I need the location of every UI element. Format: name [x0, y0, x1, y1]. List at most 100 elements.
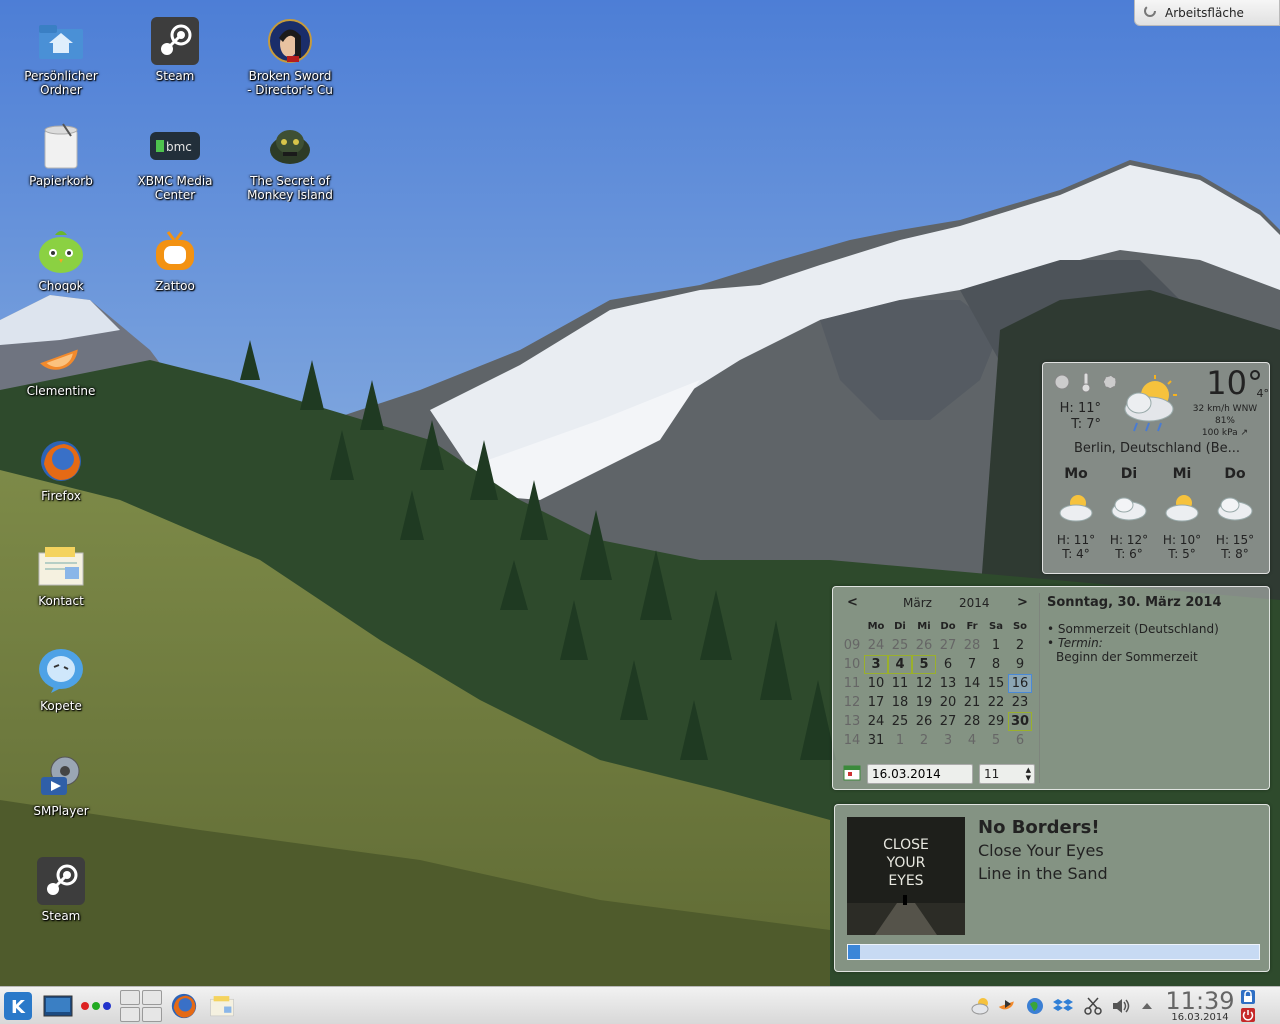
calendar-day-event[interactable]: 4: [888, 655, 912, 674]
calendar-day[interactable]: 24: [864, 712, 888, 731]
pressure: 100 kPa ↗: [1201, 428, 1249, 438]
date-input[interactable]: [867, 763, 973, 784]
desktop-icon-kontact[interactable]: Kontact: [6, 541, 116, 637]
calendar-day[interactable]: 26: [912, 712, 936, 731]
forecast-day-label: Di: [1120, 466, 1138, 482]
svg-text:K: K: [11, 997, 26, 1018]
calendar-day[interactable]: 5: [984, 731, 1008, 750]
tray-expand-arrow-icon[interactable]: [1136, 993, 1158, 1019]
desktop-icon-home-folder[interactable]: Persönlicher Ordner: [6, 16, 116, 112]
pager-desktop-4[interactable]: [142, 1007, 162, 1022]
calendar-day-event[interactable]: 5: [912, 655, 936, 674]
playback-progress-bar[interactable]: [847, 944, 1260, 960]
desktop-icon: [43, 995, 73, 1017]
agenda-item: • Termin: Beginn der Sommerzeit: [1047, 636, 1263, 664]
calendar-day[interactable]: 22: [984, 693, 1008, 712]
dropbox-icon[interactable]: [1052, 993, 1074, 1019]
year-selector[interactable]: 2014: [959, 596, 990, 610]
calendar-day[interactable]: 11: [888, 674, 912, 693]
calendar-day[interactable]: 28: [960, 712, 984, 731]
month-selector[interactable]: März: [903, 596, 932, 610]
calendar-day[interactable]: 12: [912, 674, 936, 693]
pager-desktop-1[interactable]: [120, 990, 140, 1005]
calendar-day[interactable]: 27: [936, 636, 960, 655]
calendar-day[interactable]: 6: [1008, 731, 1032, 750]
calendar-day[interactable]: 26: [912, 636, 936, 655]
activities-button[interactable]: [80, 991, 112, 1021]
firefox-launcher[interactable]: [168, 991, 200, 1021]
calendar-day[interactable]: 9: [1008, 655, 1032, 674]
weekday-header: So: [1012, 621, 1028, 632]
kontact-launcher[interactable]: [206, 991, 238, 1021]
calendar-day[interactable]: 15: [984, 674, 1008, 693]
calendar-day[interactable]: 29: [984, 712, 1008, 731]
calendar-day[interactable]: 1: [984, 636, 1008, 655]
clock-date[interactable]: 16.03.2014: [1160, 1012, 1240, 1023]
desktop-icon-monkey-island[interactable]: The Secret of Monkey Island: [235, 121, 345, 217]
calendar-day-today[interactable]: 16: [1008, 674, 1032, 693]
calendar-day[interactable]: 2: [1008, 636, 1032, 655]
partly-cloudy-icon: [1155, 483, 1209, 533]
calendar-day[interactable]: 8: [984, 655, 1008, 674]
calendar-day[interactable]: 14: [960, 674, 984, 693]
calendar-day[interactable]: 7: [960, 655, 984, 674]
desktop-icon-firefox[interactable]: Firefox: [6, 436, 116, 532]
lock-screen-icon[interactable]: [1240, 989, 1256, 1008]
desktop-icon-xbmc[interactable]: bmc XBMC Media Center: [120, 121, 230, 217]
desktop-icon-zattoo[interactable]: Zattoo: [120, 226, 230, 322]
calendar-day[interactable]: 10: [864, 674, 888, 693]
kde-menu-button[interactable]: K: [2, 991, 34, 1021]
calendar-day[interactable]: 3: [936, 731, 960, 750]
forecast-day: Di H: 12° T: 6°: [1102, 465, 1156, 561]
logout-power-icon[interactable]: [1240, 1007, 1256, 1024]
calendar-day[interactable]: 13: [936, 674, 960, 693]
calendar-day[interactable]: 25: [888, 712, 912, 731]
pager-desktop-2[interactable]: [142, 990, 162, 1005]
desktop-icon-smplayer[interactable]: SMPlayer: [6, 751, 116, 847]
desktop-icon-choqok[interactable]: Choqok: [6, 226, 116, 322]
calendar-day[interactable]: 24: [864, 636, 888, 655]
album-cover: CLOSE YOUR EYES: [847, 817, 965, 935]
pager-desktop-3[interactable]: [120, 1007, 140, 1022]
calendar-day[interactable]: 18: [888, 693, 912, 712]
calendar-day[interactable]: 4: [960, 731, 984, 750]
calendar-day[interactable]: 23: [1008, 693, 1032, 712]
spinbox-arrows-icon[interactable]: ▲ ▼: [1026, 766, 1031, 782]
volume-icon[interactable]: [1110, 993, 1132, 1019]
next-month-button[interactable]: >: [1017, 595, 1028, 610]
desktop-icon-clementine[interactable]: Clementine: [6, 331, 116, 427]
virtual-desktop-pager[interactable]: [120, 990, 164, 1022]
calendar-day-event[interactable]: 3: [864, 655, 888, 674]
calendar-day-selected[interactable]: 30: [1008, 712, 1032, 731]
calendar-day[interactable]: 28: [960, 636, 984, 655]
calendar-day[interactable]: 20: [936, 693, 960, 712]
weather-widget[interactable]: H: 11° T: 7° 10° 4° 32 km/h WNW 81% 100 …: [1042, 362, 1270, 574]
weather-location: Berlin, Deutschland (Be...: [1073, 441, 1241, 456]
today-calendar-icon[interactable]: [843, 763, 861, 784]
show-desktop-button[interactable]: [42, 991, 74, 1021]
network-globe-icon[interactable]: [1024, 993, 1046, 1019]
desktop-icon-kopete[interactable]: Kopete: [6, 646, 116, 742]
calendar-day[interactable]: 6: [936, 655, 960, 674]
calendar-day[interactable]: 27: [936, 712, 960, 731]
calendar-day[interactable]: 1: [888, 731, 912, 750]
calendar-day[interactable]: 25: [888, 636, 912, 655]
calendar-day[interactable]: 31: [864, 731, 888, 750]
desktop-toolbox-button[interactable]: Arbeitsfläche: [1134, 0, 1280, 26]
calendar-day[interactable]: 21: [960, 693, 984, 712]
week-spinbox[interactable]: 11 ▲ ▼: [979, 763, 1035, 784]
forecast-day-label: Mi: [1172, 466, 1192, 482]
humidity: 81%: [1214, 416, 1235, 426]
desktop-icon-steam[interactable]: Steam: [120, 16, 230, 112]
calendar-day[interactable]: 19: [912, 693, 936, 712]
weather-tray-icon[interactable]: [970, 993, 992, 1019]
calendar-day[interactable]: 17: [864, 693, 888, 712]
desktop-icon-broken-sword[interactable]: Broken Sword - Director's Cu: [235, 16, 345, 112]
clementine-tray-icon[interactable]: [996, 993, 1018, 1019]
desktop-icon-trash[interactable]: Papierkorb: [6, 121, 116, 217]
calendar-day[interactable]: 2: [912, 731, 936, 750]
previous-month-button[interactable]: <: [847, 595, 858, 610]
clock-time[interactable]: 11:39: [1160, 987, 1240, 1015]
desktop-icon-steam-2[interactable]: Steam: [6, 856, 116, 952]
clipboard-scissors-icon[interactable]: [1082, 993, 1104, 1019]
